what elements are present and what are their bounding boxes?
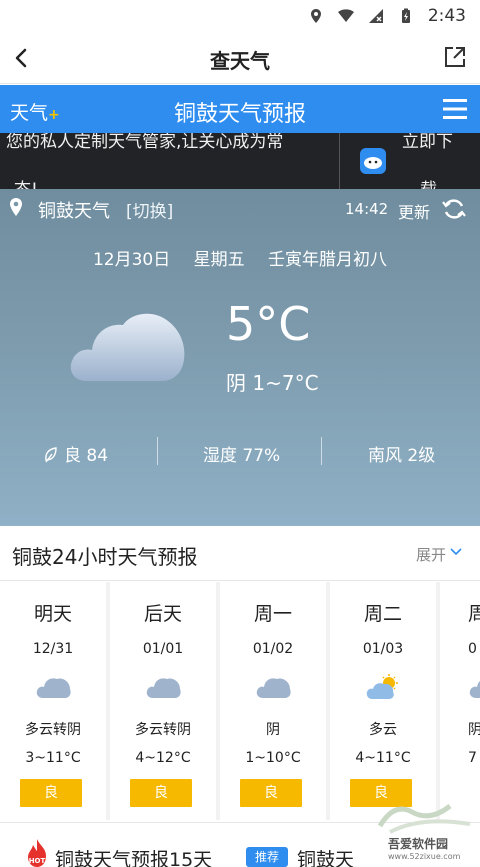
- forecast-card[interactable]: 明天 12/31 多云转阴 3~11°C 良: [0, 582, 106, 820]
- forecast-aqi-badge: 良: [20, 779, 82, 807]
- watermark-brand: 吾爱软件园: [388, 837, 449, 851]
- cloudy-icon: [256, 678, 291, 698]
- banner-text-line2: 态!: [14, 175, 38, 189]
- forecast-range: 4~11°C: [355, 750, 411, 766]
- watermark: 吾爱软件园 www.52zixue.com: [360, 796, 478, 866]
- fifteen-day-forecast-link[interactable]: 铜鼓天气预报15天: [55, 845, 212, 867]
- update-label: 更新: [398, 203, 431, 222]
- signal-icon: [368, 9, 383, 23]
- weekday-label: 星期五: [193, 250, 245, 270]
- status-bar: 2:43: [0, 0, 480, 32]
- cloudy-icon: [146, 678, 181, 698]
- forecast-condition: 阴: [468, 722, 480, 738]
- city-name: 铜鼓天气: [38, 201, 110, 222]
- forecast-day: 周: [468, 603, 480, 625]
- app-bar: 查天气: [0, 32, 480, 84]
- current-temperature: 5°C: [226, 297, 311, 351]
- current-condition-range: 阴 1~7°C: [226, 371, 319, 395]
- current-weather-panel: 铜鼓天气 [切换] 14:42 更新 12月30日 星期五 壬寅年腊月初八 5°…: [0, 189, 480, 526]
- forecast-date: 01/02: [252, 641, 294, 657]
- watermark-logo: [377, 804, 471, 834]
- humidity: 湿度 77%: [203, 446, 281, 466]
- banner-download-line2[interactable]: 载: [420, 175, 437, 189]
- location-icon: [310, 9, 321, 23]
- cloud-icon: [70, 313, 185, 381]
- forecast-day: 后天: [143, 603, 182, 625]
- stats-divider: [157, 437, 158, 465]
- refresh-icon[interactable]: [441, 196, 467, 222]
- forecast-condition: 多云转阴: [25, 722, 81, 738]
- forecast-card[interactable]: 周 0 阴 7: [440, 582, 480, 820]
- page-title: 查天气: [210, 49, 270, 73]
- expand-button[interactable]: 展开: [416, 544, 446, 565]
- forecast-date: 12/31: [32, 641, 74, 657]
- forecast-card[interactable]: 周二 01/03 多云 4~11°C 良: [330, 582, 436, 820]
- banner-divider: [339, 133, 340, 189]
- status-time: 2:43: [427, 6, 466, 26]
- forecast-day: 周二: [363, 603, 402, 625]
- forecast-card[interactable]: 后天 01/01 多云转阴 4~12°C 良: [110, 582, 216, 820]
- app-icon: [360, 148, 386, 174]
- recommended-link[interactable]: 铜鼓天: [297, 845, 354, 867]
- menu-icon[interactable]: [442, 97, 468, 121]
- banner-text-line1: 您的私人定制天气管家,让关心成为常: [6, 133, 284, 152]
- cloudy-icon: [36, 678, 71, 698]
- update-time: 14:42: [345, 200, 389, 218]
- wind: 南风 2级: [368, 446, 436, 466]
- date-label: 12月30日: [92, 250, 171, 270]
- lunar-date-label: 壬寅年腊月初八: [268, 250, 388, 270]
- forecast-date: 0: [468, 641, 477, 657]
- stats-divider: [321, 437, 322, 465]
- forecast-card[interactable]: 周一 01/02 阴 1~10°C 良: [220, 582, 326, 820]
- weather-stats: 良 84 湿度 77% 南风 2级: [0, 437, 480, 466]
- svg-text:HOT: HOT: [29, 857, 46, 865]
- forecast-aqi-badge: 良: [240, 779, 302, 807]
- hourly-forecast-header: 铜鼓24小时天气预报 展开: [0, 526, 480, 581]
- switch-city-button[interactable]: [切换]: [126, 197, 173, 222]
- forecast-range: 3~11°C: [25, 750, 81, 766]
- banner-download-line1[interactable]: 立即下: [402, 133, 453, 152]
- air-quality: 良 84: [44, 441, 108, 466]
- watermark-url: www.52zixue.com: [388, 852, 461, 861]
- recommend-badge: 推荐: [246, 847, 288, 867]
- chevron-down-icon[interactable]: [450, 546, 462, 558]
- forecast-condition: 多云: [369, 722, 397, 738]
- forecast-condition: 多云转阴: [135, 722, 191, 738]
- location-pin-icon: [10, 198, 22, 216]
- daily-forecast: 明天 12/31 多云转阴 3~11°C 良 后天 01/01 多云转阴 4~1…: [0, 582, 480, 820]
- ad-banner[interactable]: 您的私人定制天气管家,让关心成为常 态! 立即下 载: [0, 133, 480, 189]
- forecast-condition: 阴: [266, 722, 280, 738]
- forecast-range: 7: [468, 750, 477, 766]
- date-row: 12月30日 星期五 壬寅年腊月初八: [0, 245, 480, 270]
- battery-icon: [401, 8, 410, 23]
- hot-fire-icon: HOT: [28, 839, 46, 867]
- forecast-range: 4~12°C: [135, 750, 191, 766]
- forecast-day: 明天: [33, 603, 72, 625]
- site-header: 天气+ 铜鼓天气预报: [0, 85, 480, 133]
- leaf-icon: [45, 447, 57, 463]
- forecast-date: 01/01: [142, 641, 184, 657]
- forecast-range: 1~10°C: [245, 750, 301, 766]
- air-quality-value: 良 84: [64, 446, 109, 466]
- open-external-icon[interactable]: [442, 44, 468, 70]
- wifi-icon: [337, 9, 354, 22]
- cloudy-icon: [469, 680, 480, 698]
- site-title: 铜鼓天气预报: [173, 102, 306, 127]
- forecast-day: 周一: [253, 603, 292, 625]
- hourly-forecast-title: 铜鼓24小时天气预报: [12, 545, 198, 569]
- partly-sunny-icon: [366, 674, 398, 699]
- forecast-aqi-badge: 良: [130, 779, 192, 807]
- forecast-date: 01/03: [362, 641, 404, 657]
